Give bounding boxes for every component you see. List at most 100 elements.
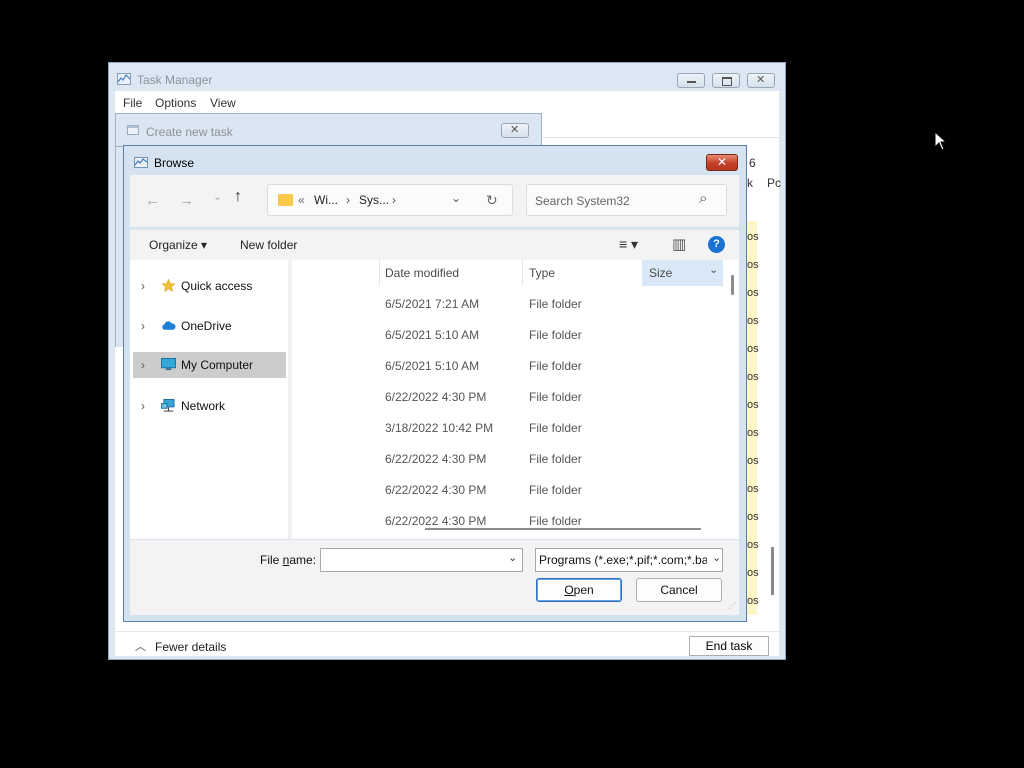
process-row-fragment: os [747, 399, 759, 411]
back-arrow-icon[interactable]: ← [145, 192, 160, 209]
process-row-fragment: os [747, 539, 759, 551]
menu-options[interactable]: Options [155, 96, 196, 110]
chevron-down-icon[interactable]: ⌄ [709, 263, 718, 276]
table-row[interactable]: 6/5/2021 7:21 AM File folder [292, 289, 724, 320]
chevron-up-icon: ︿ [135, 641, 146, 653]
cancel-button[interactable]: Cancel [636, 578, 722, 602]
end-task-button[interactable]: End task [689, 636, 769, 656]
search-box[interactable]: Search System32 ⌕ [526, 184, 727, 216]
menu-view[interactable]: View [210, 96, 236, 110]
table-row[interactable]: 6/22/2022 4:30 PM File folder [292, 382, 724, 413]
row-type: File folder [529, 297, 582, 311]
expand-chevron-icon[interactable]: › [141, 279, 145, 293]
file-type-select[interactable]: Programs (*.exe;*.pif;*.com;*.bat;*.cmd)… [535, 548, 723, 572]
row-date-modified: 6/22/2022 4:30 PM [385, 452, 487, 466]
expand-chevron-icon[interactable]: › [141, 358, 145, 372]
column-type[interactable]: Type [529, 266, 555, 280]
scrollbar-thumb[interactable] [771, 547, 774, 595]
column-header-fragment: 6 [749, 156, 756, 170]
row-type: File folder [529, 390, 582, 404]
table-row[interactable]: 6/22/2022 4:30 PM File folder [292, 444, 724, 475]
row-date-modified: 6/22/2022 4:30 PM [385, 514, 487, 528]
address-overflow[interactable]: « [298, 193, 305, 207]
nav-item-quick-access[interactable]: › Quick access [133, 273, 286, 299]
process-row-fragment: os [747, 483, 759, 495]
help-icon[interactable]: ? [708, 236, 725, 253]
network-icon [161, 399, 175, 412]
table-row[interactable]: 6/5/2021 5:10 AM File folder [292, 320, 724, 351]
tm-close-button[interactable]: ✕ [747, 73, 775, 88]
row-type: File folder [529, 452, 582, 466]
search-icon[interactable]: ⌕ [699, 190, 707, 207]
row-type: File folder [529, 328, 582, 342]
expand-chevron-icon[interactable]: › [141, 319, 145, 333]
nav-item-my-computer[interactable]: › My Computer [133, 352, 286, 378]
resize-grip-icon[interactable]: ⋰ [728, 601, 736, 610]
breadcrumb-separator[interactable]: › [346, 193, 350, 207]
column-separator[interactable] [379, 260, 380, 286]
file-name-combobox[interactable]: ⌄ [320, 548, 523, 572]
vertical-scrollbar-thumb[interactable] [731, 275, 734, 295]
breadcrumb-separator[interactable]: › [392, 193, 396, 207]
breadcrumb-system32[interactable]: Sys... [359, 193, 389, 207]
nav-item-network[interactable]: › Network [133, 393, 286, 419]
create-task-close-button[interactable]: ✕ [501, 123, 529, 138]
dialog-footer: File name: ⌄ Programs (*.exe;*.pif;*.com… [130, 540, 739, 615]
fewer-details-button[interactable]: Fewer details [155, 640, 226, 654]
file-list: Date modified Type Size ⌄ 6/5/2021 7:21 … [292, 260, 739, 539]
new-folder-button[interactable]: New folder [240, 238, 297, 252]
column-date-modified[interactable]: Date modified [385, 266, 459, 280]
star-icon [161, 279, 176, 292]
chevron-down-icon[interactable]: ⌄ [451, 191, 461, 205]
process-row-fragment: os [747, 371, 759, 383]
row-date-modified: 6/5/2021 5:10 AM [385, 359, 480, 373]
table-row[interactable]: 6/5/2021 5:10 AM File folder [292, 351, 724, 382]
open-button[interactable]: Open [536, 578, 622, 602]
recent-locations-icon[interactable]: ⌄ [213, 190, 222, 203]
refresh-icon[interactable]: ↻ [486, 192, 498, 209]
row-type: File folder [529, 359, 582, 373]
address-bar[interactable]: « Wi... › Sys... › ⌄ ↻ [267, 184, 513, 216]
run-icon [127, 125, 139, 135]
column-separator[interactable] [522, 260, 523, 286]
column-header-fragment: k [747, 176, 753, 190]
breadcrumb-windows[interactable]: Wi... [314, 193, 338, 207]
task-manager-footer: ︿ Fewer details End task [115, 631, 779, 656]
cloud-icon [162, 321, 176, 330]
browse-title: Browse [154, 156, 195, 170]
nav-item-label: My Computer [181, 358, 254, 372]
row-date-modified: 6/5/2021 7:21 AM [385, 297, 480, 311]
minimize-button[interactable] [677, 73, 705, 88]
process-row-fragment: os [747, 511, 759, 523]
column-size[interactable]: Size ⌄ [642, 260, 723, 286]
browse-close-button[interactable]: ✕ [706, 154, 738, 171]
menu-file[interactable]: File [123, 96, 142, 110]
table-row[interactable]: 6/22/2022 4:30 PM File folder [292, 506, 724, 537]
browse-window-icon [134, 157, 148, 168]
nav-item-onedrive[interactable]: › OneDrive [133, 313, 286, 339]
navigation-bar: ← → ⌄ ↑ « Wi... › Sys... › ⌄ ↻ Search Sy… [130, 175, 739, 227]
chevron-down-icon[interactable]: ⌄ [508, 551, 517, 564]
process-row-fragment: os [747, 427, 759, 439]
forward-arrow-icon[interactable]: → [179, 192, 194, 209]
row-date-modified: 6/22/2022 4:30 PM [385, 390, 487, 404]
process-row-fragment: os [747, 567, 759, 579]
menu-bar: File Options View [115, 91, 779, 113]
preview-pane-icon[interactable]: ▥ [672, 235, 686, 253]
maximize-button[interactable] [712, 73, 740, 88]
file-rows: 6/5/2021 7:21 AM File folder 6/5/2021 5:10… [292, 289, 723, 539]
task-manager-icon [117, 73, 131, 85]
search-input[interactable]: Search System32 [535, 194, 630, 208]
horizontal-scrollbar-thumb[interactable] [425, 528, 701, 530]
create-new-task-window: Create new task ✕ [115, 113, 542, 147]
view-options-icon[interactable]: ≡ ▾ [619, 236, 638, 253]
table-row[interactable]: 3/18/2022 10:42 PM File folder [292, 413, 724, 444]
table-row[interactable]: 6/22/2022 4:30 PM File folder [292, 475, 724, 506]
up-arrow-icon[interactable]: ↑ [234, 188, 242, 206]
close-icon: ✕ [510, 124, 520, 136]
organize-button[interactable]: Organize ▾ [149, 238, 207, 252]
chevron-down-icon[interactable]: ⌄ [710, 551, 722, 564]
process-row-fragment: os [747, 315, 759, 327]
expand-chevron-icon[interactable]: › [141, 399, 145, 413]
create-new-task-title: Create new task [146, 125, 233, 139]
